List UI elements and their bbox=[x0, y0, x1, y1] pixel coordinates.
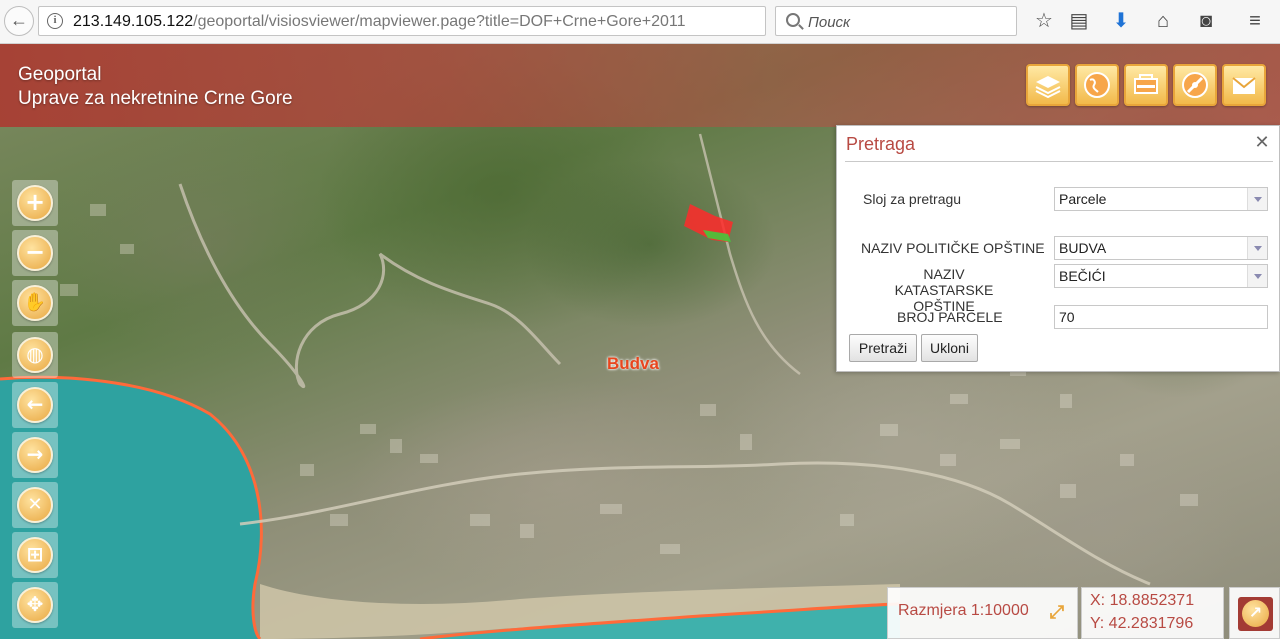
measure-icon: ⊞ bbox=[26, 542, 44, 566]
menu-icon[interactable]: ≡ bbox=[1242, 8, 1268, 34]
star-icon[interactable]: ☆ bbox=[1031, 8, 1057, 34]
navigate-button[interactable]: ✥ bbox=[12, 582, 58, 628]
clear-search-button[interactable]: Ukloni bbox=[921, 334, 978, 362]
search-input[interactable] bbox=[808, 12, 1008, 32]
geolocate-button[interactable] bbox=[1173, 64, 1217, 106]
mail-icon bbox=[1232, 77, 1256, 94]
map-view[interactable]: Geoportal Uprave za nekretnine Crne Gore… bbox=[0, 44, 1280, 639]
arrow-left-icon: ← bbox=[10, 10, 28, 30]
arrow-right-icon: → bbox=[26, 442, 44, 466]
hand-icon: ✋ bbox=[23, 292, 47, 313]
layers-icon bbox=[1035, 76, 1061, 99]
globe-icon bbox=[1084, 72, 1110, 98]
cadastral-label: NAZIV KATASTARSKE OPŠTINE bbox=[894, 266, 994, 314]
pocket-icon[interactable]: ◙ bbox=[1193, 8, 1219, 34]
close-icon[interactable]: ✕ bbox=[1253, 134, 1271, 152]
chevron-down-icon bbox=[1247, 237, 1267, 259]
compass-globe-icon bbox=[1182, 72, 1208, 98]
full-extent-button[interactable]: ◍ bbox=[12, 332, 58, 378]
url-text: 213.149.105.122/geoportal/visiosviewer/m… bbox=[73, 13, 686, 30]
parcel-input[interactable]: 70 bbox=[1054, 305, 1268, 329]
move-icon: ✥ bbox=[26, 592, 44, 616]
minus-icon: − bbox=[24, 238, 46, 266]
cadastral-select[interactable]: BEČIĆI bbox=[1054, 264, 1268, 288]
home-icon[interactable]: ⌂ bbox=[1150, 8, 1176, 34]
reading-list-icon[interactable]: ▤ bbox=[1066, 8, 1092, 34]
previous-extent-button[interactable]: ← bbox=[12, 382, 58, 428]
basemap-button[interactable] bbox=[1075, 64, 1119, 106]
download-icon[interactable]: ⬇ bbox=[1108, 8, 1134, 34]
municipality-select[interactable]: BUDVA bbox=[1054, 236, 1268, 260]
arrow-left-icon: ← bbox=[26, 392, 44, 416]
scale-display: Razmjera 1:10000 ⤢ bbox=[887, 587, 1078, 639]
zoom-in-button[interactable]: + bbox=[12, 180, 58, 226]
arrow-up-right-icon: ↗ bbox=[1242, 600, 1269, 627]
plus-icon: + bbox=[24, 188, 46, 216]
chevron-down-icon bbox=[1247, 188, 1267, 210]
next-extent-button[interactable]: → bbox=[12, 432, 58, 478]
road-north bbox=[698, 133, 801, 375]
expand-icon[interactable]: ⤢ bbox=[1046, 602, 1068, 624]
portal-header: Geoportal Uprave za nekretnine Crne Gore bbox=[0, 44, 1280, 127]
measure-button[interactable]: ⊞ bbox=[12, 532, 58, 578]
divider bbox=[845, 161, 1273, 162]
address-bar[interactable]: i 213.149.105.122/geoportal/visiosviewer… bbox=[38, 6, 793, 36]
coordinate-display: X: 18.8852371 Y: 42.2831796 bbox=[1081, 587, 1224, 639]
search-button[interactable]: Pretraži bbox=[849, 334, 917, 362]
parcel-label: BROJ PARCELE bbox=[897, 309, 1003, 325]
layer-select[interactable]: Parcele bbox=[1054, 187, 1268, 211]
search-icon bbox=[786, 13, 800, 27]
browser-toolbar: ← i 213.149.105.122/geoportal/visiosview… bbox=[0, 0, 1280, 44]
search-panel: Pretraga ✕ Sloj za pretragu Parcele NAZI… bbox=[836, 125, 1280, 372]
legend-icon bbox=[1134, 74, 1158, 94]
road-serpentine bbox=[178, 183, 562, 388]
close-icon: ✕ bbox=[27, 494, 43, 515]
road-main bbox=[239, 461, 1151, 586]
overview-map-button[interactable]: ↗ bbox=[1229, 587, 1280, 639]
layers-button[interactable] bbox=[1026, 64, 1070, 106]
contact-button[interactable] bbox=[1222, 64, 1266, 106]
legend-button[interactable] bbox=[1124, 64, 1168, 106]
panel-title: Pretraga bbox=[846, 134, 916, 154]
municipality-label: NAZIV POLITIČKE OPŠTINE bbox=[861, 240, 1045, 256]
chevron-down-icon bbox=[1247, 265, 1267, 287]
coord-x: X: 18.8852371 bbox=[1090, 592, 1195, 609]
layer-label: Sloj za pretragu bbox=[863, 191, 962, 207]
pan-button[interactable]: ✋ bbox=[12, 280, 58, 326]
coord-y: Y: 42.2831796 bbox=[1090, 615, 1194, 632]
portal-brand: Geoportal Uprave za nekretnine Crne Gore bbox=[18, 64, 293, 109]
browser-search[interactable] bbox=[775, 6, 1017, 36]
globe-icon: ◍ bbox=[26, 342, 44, 366]
zoom-out-button[interactable]: − bbox=[12, 230, 58, 276]
back-button[interactable]: ← bbox=[4, 6, 34, 36]
place-label: Budva bbox=[607, 354, 659, 373]
clear-button[interactable]: ✕ bbox=[12, 482, 58, 528]
scale-text: Razmjera 1:10000 bbox=[898, 602, 1029, 619]
info-icon[interactable]: i bbox=[47, 13, 63, 29]
